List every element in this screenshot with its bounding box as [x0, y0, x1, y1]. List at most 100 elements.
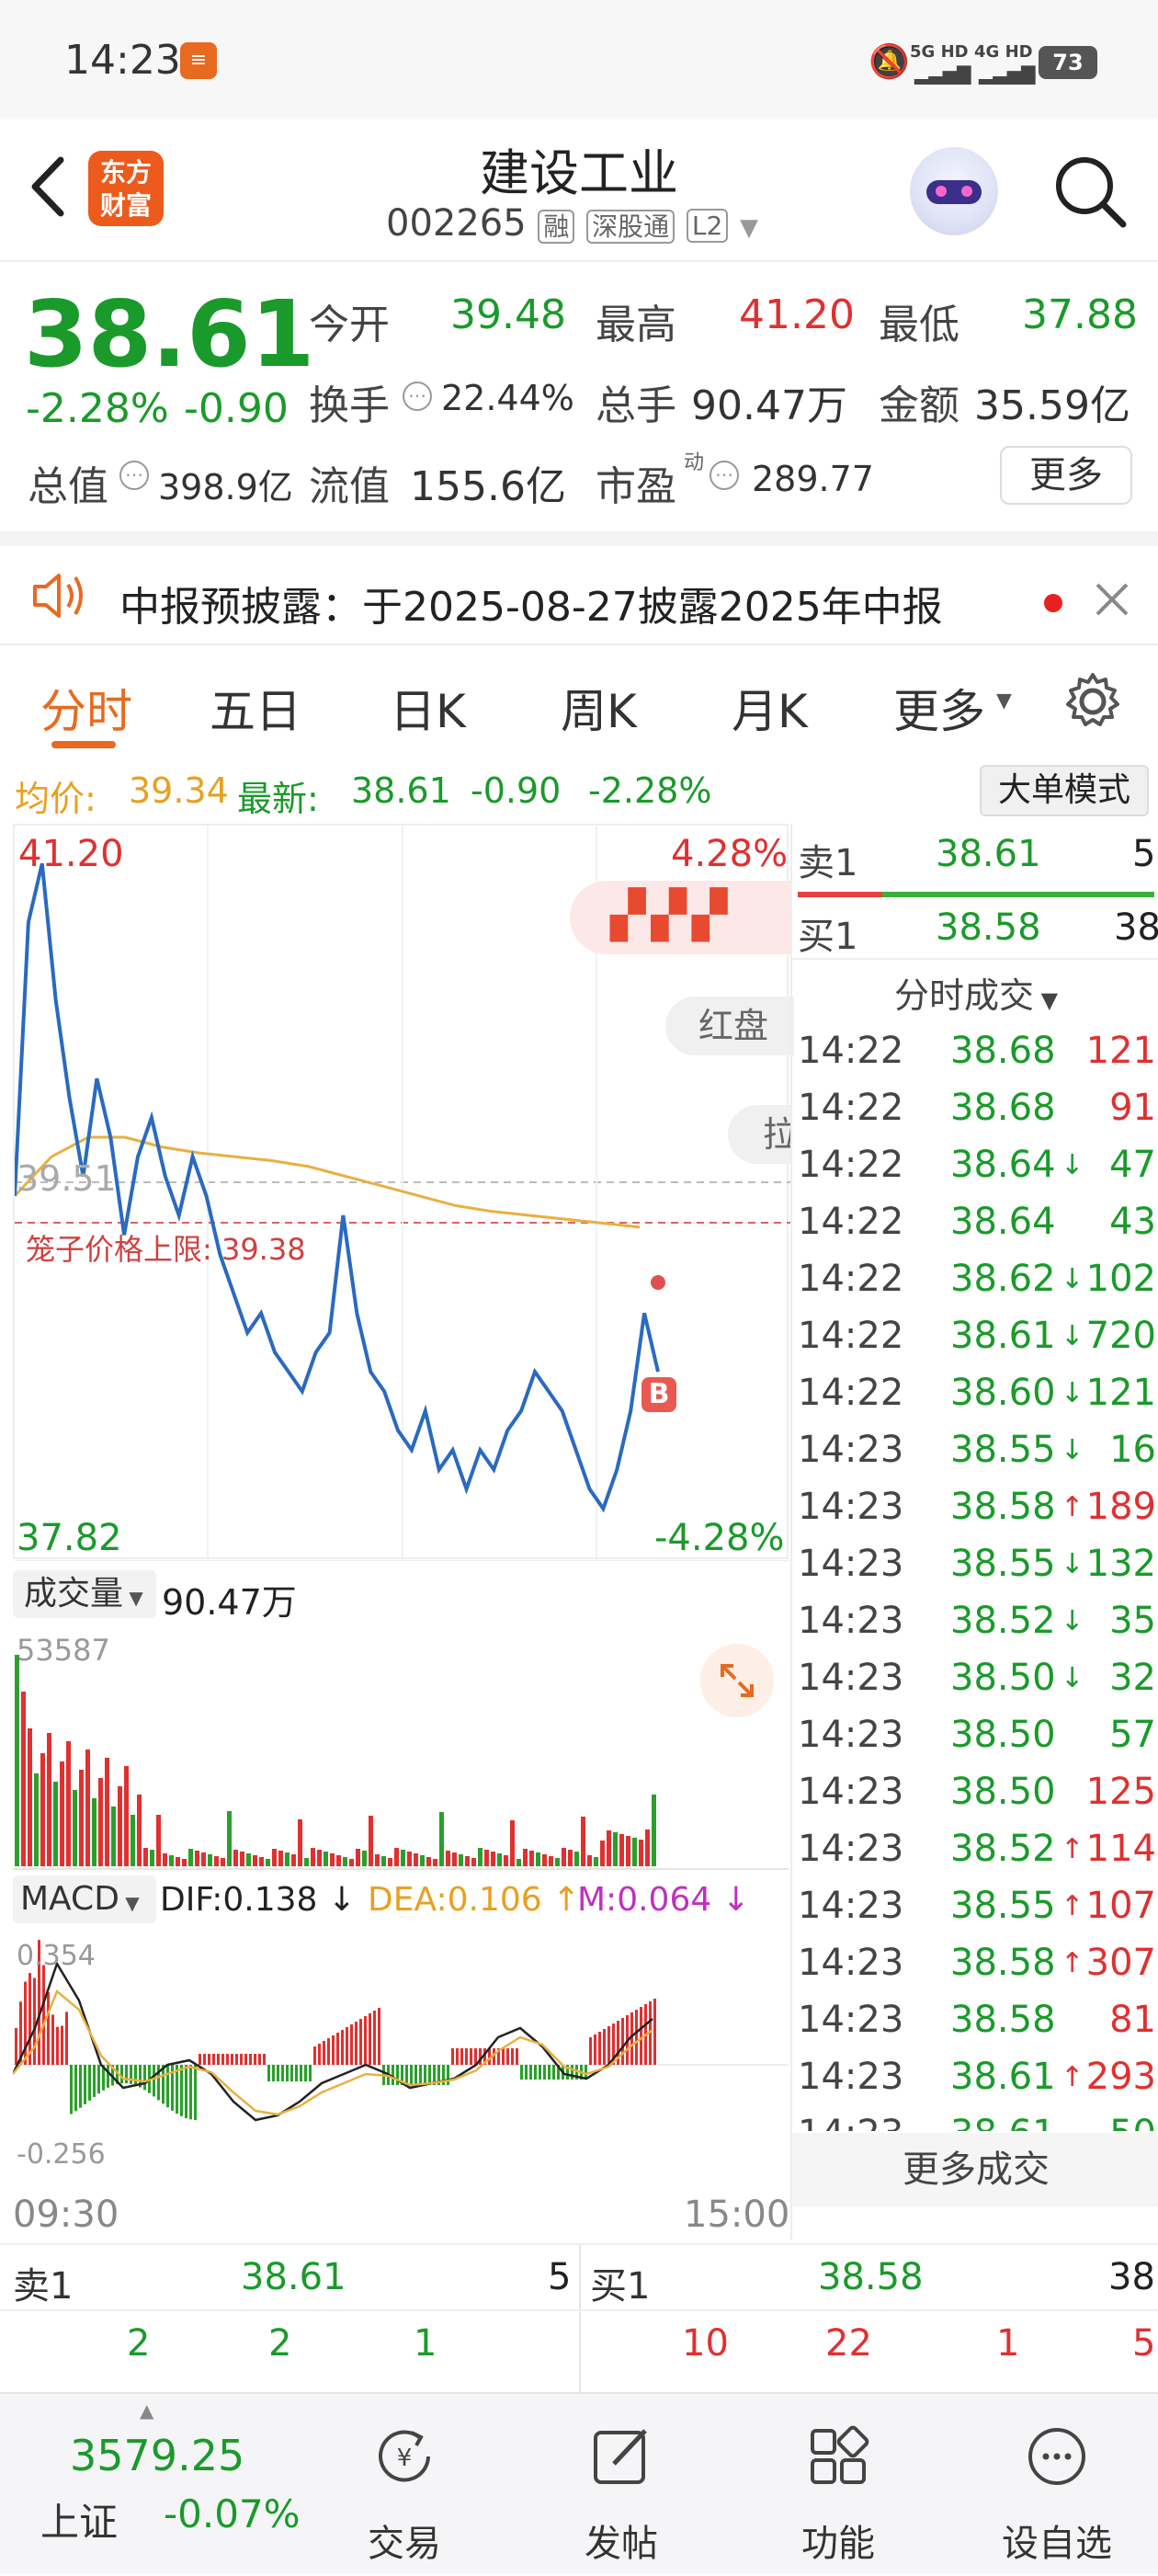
macd-bar: [97, 2065, 100, 2094]
sell1-row[interactable]: 卖1 38.61 5: [792, 824, 1158, 892]
trade-row: 14:23 38.58 ↑ 189: [792, 1480, 1158, 1537]
logo-line1: 东方: [99, 157, 152, 188]
volume-bar: [517, 1859, 521, 1866]
grid-icon: [807, 2425, 869, 2488]
index-ticker[interactable]: ▲ 3579.25 上证 -0.07%: [0, 2394, 331, 2576]
more-trades-button[interactable]: 更多成交: [792, 2133, 1158, 2206]
signal-icon-2: ▂▃▅▇: [979, 63, 1036, 85]
bottom-buy-label: 买1: [590, 2265, 651, 2308]
macd-bar: [143, 2065, 146, 2091]
bottom-sell-volume: 5: [548, 2256, 572, 2298]
tab-daily-k[interactable]: 日K: [390, 675, 466, 741]
volume-bar: [497, 1853, 502, 1866]
queue-right-3: 1: [996, 2322, 1020, 2365]
stock-code-row[interactable]: 002265 融 深股通 L2 ▼: [386, 202, 781, 248]
nav-post[interactable]: 发帖: [539, 2394, 704, 2576]
macd-bar: [231, 2054, 233, 2065]
macd-bar: [607, 2026, 610, 2065]
macd-bar: [290, 2065, 293, 2081]
nav-add-watchlist[interactable]: 设自选: [974, 2394, 1140, 2576]
tab-monthly-k[interactable]: 月K: [732, 675, 808, 741]
macd-bar: [295, 2065, 298, 2081]
volume-bar: [324, 1852, 328, 1866]
trade-price: 38.52: [950, 1828, 1056, 1870]
red-market-tag[interactable]: 红盘预: [665, 997, 794, 1055]
macd-bar: [240, 2054, 243, 2065]
macd-bar: [635, 2010, 638, 2065]
nav-trade[interactable]: ¥ 交易: [322, 2394, 487, 2576]
tab-five-day[interactable]: 五日: [210, 675, 301, 741]
trade-volume: 107: [1085, 1885, 1156, 1927]
macd-bar: [405, 2065, 408, 2085]
volume-bar: [356, 1849, 360, 1866]
cage-limit-label: 笼子价格上限: 39.38: [26, 1232, 306, 1267]
trade-volume: 121: [1085, 1030, 1156, 1072]
macd-bar: [332, 2035, 335, 2065]
badge-margin: 融: [538, 210, 575, 244]
volume-bar: [317, 1850, 322, 1866]
nav-functions[interactable]: 功能: [755, 2394, 921, 2576]
volume-bar: [491, 1852, 495, 1866]
macd-chart: [13, 1940, 789, 2122]
intraday-chart[interactable]: 41.20 4.28% ▞▞▞ 红盘预 拉 39.51 笼子价格上限: 39.3…: [13, 824, 794, 1561]
buy1-row[interactable]: 买1 38.58 38: [792, 899, 1158, 967]
macd-bar: [447, 2065, 449, 2085]
trade-row: 14:22 38.64 ↓ 47: [792, 1138, 1158, 1195]
volume-bar: [21, 1692, 26, 1866]
macd-bar: [47, 1992, 50, 2065]
search-icon[interactable]: [1051, 153, 1129, 230]
volume-bar: [233, 1850, 238, 1866]
trade-row: 14:23 38.61 ↑ 293: [792, 2050, 1158, 2107]
macd-bottom: -0.256: [17, 2138, 106, 2171]
macd-bar: [341, 2030, 344, 2065]
macd-selector[interactable]: MACD ▼: [13, 1875, 156, 1923]
volume-bar: [272, 1849, 277, 1866]
volume-bar: [143, 1848, 148, 1866]
tab-intraday[interactable]: 分时: [40, 675, 132, 741]
macd-bar: [65, 2012, 68, 2065]
float-label: 流值: [309, 463, 390, 510]
trade-volume: 125: [1085, 1771, 1156, 1813]
macd-bar: [235, 2054, 238, 2065]
volume-bar: [555, 1858, 560, 1866]
volume-bar: [266, 1859, 270, 1866]
high-value: 41.20: [739, 291, 855, 338]
info-icon[interactable]: ⋯: [403, 382, 432, 411]
macd-bar: [74, 2065, 77, 2112]
change-value: -0.90: [184, 385, 289, 432]
macd-bar: [392, 2065, 394, 2085]
trade-direction: ↓: [1061, 1149, 1084, 1181]
close-icon[interactable]: [1094, 581, 1130, 618]
volume-bar: [336, 1855, 341, 1866]
volume-bar: [362, 1851, 367, 1866]
volume-bar: [47, 1733, 51, 1866]
volume-bar: [446, 1851, 450, 1866]
macd-bar: [336, 2033, 339, 2065]
trade-time: 14:22: [798, 1087, 904, 1129]
chevron-down-icon: ▼: [1033, 987, 1059, 1013]
limit-up-badge[interactable]: ▞▞▞: [570, 881, 790, 954]
pull-tag[interactable]: 拉: [728, 1105, 792, 1164]
chart-top-pct: 4.28%: [671, 833, 789, 875]
info-icon-3[interactable]: ⋯: [710, 461, 739, 490]
tab-active-indicator: [51, 741, 116, 748]
network-4g: 4G HD: [974, 42, 1033, 62]
notice-bar[interactable]: 中报预披露：于2025-08-27披露2025年中报: [0, 531, 1158, 642]
macd-bar: [451, 2048, 454, 2065]
volume-bar: [53, 1782, 58, 1866]
more-button[interactable]: 更多: [1000, 446, 1132, 505]
robot-assistant-icon[interactable]: [910, 147, 998, 235]
chevron-down-icon: ▼: [119, 1892, 140, 1914]
tab-more[interactable]: 更多: [893, 675, 985, 741]
app-logo[interactable]: 东方 财富: [88, 151, 164, 226]
trades-title[interactable]: 分时成交 ▼: [792, 967, 1158, 1022]
tab-weekly-k[interactable]: 周K: [561, 675, 637, 741]
volume-bar: [523, 1849, 528, 1866]
info-icon-2[interactable]: ⋯: [119, 461, 149, 490]
volume-bar: [639, 1840, 643, 1866]
back-icon[interactable]: [26, 154, 72, 219]
trade-price: 38.55: [950, 1543, 1056, 1585]
large-order-mode-button[interactable]: 大单模式: [980, 765, 1149, 816]
gear-icon[interactable]: [1062, 671, 1123, 732]
volume-bar: [626, 1836, 630, 1866]
